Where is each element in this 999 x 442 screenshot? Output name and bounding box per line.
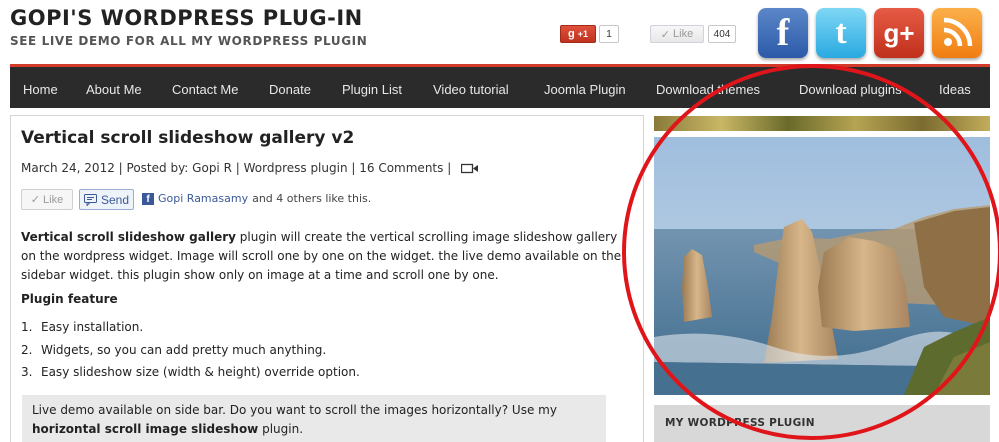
meta-separator: |: [118, 161, 127, 175]
site-tagline: SEE LIVE DEMO FOR ALL MY WORDPRESS PLUGI…: [10, 34, 368, 48]
demo-note-text: Live demo available on side bar. Do you …: [32, 403, 557, 417]
facebook-others-text: and 4 others like this.: [252, 192, 372, 205]
demo-note-box: Live demo available on side bar. Do you …: [22, 395, 606, 442]
nav-joomla-plugin[interactable]: Joomla Plugin: [544, 82, 626, 97]
nav-video-tutorial[interactable]: Video tutorial: [433, 82, 509, 97]
list-item-text: Widgets, so you can add pretty much anyt…: [41, 342, 327, 357]
post-intro-bold: Vertical scroll slideshow gallery: [21, 230, 236, 244]
facebook-friend-link[interactable]: Gopi Ramasamy: [158, 192, 248, 205]
demo-note-end: plugin.: [258, 422, 304, 436]
nav-download-themes[interactable]: Download themes: [656, 82, 760, 97]
google-plus-icon[interactable]: g+: [874, 8, 924, 58]
post-title[interactable]: Vertical scroll slideshow gallery v2: [21, 128, 354, 148]
facebook-social-context: f Gopi Ramasamy and 4 others like this.: [142, 192, 371, 205]
list-item: 2. Widgets, so you can add pretty much an…: [21, 343, 360, 366]
facebook-like-label: Like: [673, 28, 694, 40]
horizontal-slideshow-link[interactable]: horizontal scroll image slideshow: [32, 422, 258, 436]
post-like-label: Like: [43, 193, 64, 206]
feature-list: 1. Easy installation. 2. Widgets, so you c…: [21, 320, 360, 388]
nav-home[interactable]: Home: [23, 82, 58, 97]
twitter-icon[interactable]: t: [816, 8, 866, 58]
post-author[interactable]: Gopi R: [192, 161, 232, 175]
sidebar-banner-strip: [654, 116, 990, 131]
facebook-small-icon: f: [142, 192, 154, 205]
google-plus-count: 1: [599, 25, 619, 43]
meta-separator: |: [447, 161, 456, 175]
google-g-icon: g: [568, 28, 575, 40]
list-item-text: Easy installation.: [41, 320, 144, 334]
posted-by-label: Posted by:: [126, 161, 189, 175]
post-send-button[interactable]: Send: [79, 189, 134, 210]
speech-bubble-icon: [83, 193, 97, 206]
post-comments-link[interactable]: 16 Comments: [359, 161, 443, 175]
post-category[interactable]: Wordpress plugin: [244, 161, 348, 175]
facebook-icon[interactable]: f: [758, 8, 808, 58]
checkmark-icon: ✓: [660, 28, 671, 41]
post-intro: Vertical scroll slideshow gallery plugin…: [21, 228, 631, 285]
meta-separator: |: [235, 161, 244, 175]
nav-contact-me[interactable]: Contact Me: [172, 82, 238, 97]
list-item-number: 3.: [21, 365, 33, 379]
list-item: 3. Easy slideshow size (width & height) o…: [21, 365, 360, 388]
post-send-label: Send: [100, 192, 130, 207]
facebook-like-button[interactable]: ✓ Like: [650, 25, 704, 43]
nav-download-plugins[interactable]: Download plugins: [799, 82, 902, 97]
google-plus-one-button[interactable]: g +1: [560, 25, 596, 43]
site-title[interactable]: GOPI'S WORDPRESS PLUG-IN: [10, 6, 363, 30]
sidebar-widget-title: MY WORDPRESS PLUGIN: [654, 405, 990, 442]
nav-donate[interactable]: Donate: [269, 82, 311, 97]
rss-icon[interactable]: [932, 8, 982, 58]
feature-heading: Plugin feature: [21, 292, 118, 306]
nav-about-me[interactable]: About Me: [86, 82, 142, 97]
nav-plugin-list[interactable]: Plugin List: [342, 82, 402, 97]
list-item: 1. Easy installation.: [21, 320, 360, 343]
list-item-number: 1.: [21, 320, 33, 334]
checkmark-icon: ✓: [30, 194, 41, 206]
google-plus-one-label: +1: [577, 29, 588, 39]
main-navigation: Home About Me Contact Me Donate Plugin L…: [10, 64, 990, 108]
slideshow-image[interactable]: [654, 137, 990, 395]
post-date: March 24, 2012: [21, 161, 115, 175]
video-camera-icon[interactable]: [461, 163, 479, 174]
facebook-like-count: 404: [708, 25, 736, 43]
list-item-text: Easy slideshow size (width & height) ove…: [41, 365, 360, 379]
nav-ideas[interactable]: Ideas: [939, 82, 971, 97]
post-like-button[interactable]: ✓ Like: [21, 189, 73, 210]
post-meta: March 24, 2012 | Posted by: Gopi R | Wor…: [21, 161, 479, 175]
list-item-number: 2.: [21, 342, 33, 357]
